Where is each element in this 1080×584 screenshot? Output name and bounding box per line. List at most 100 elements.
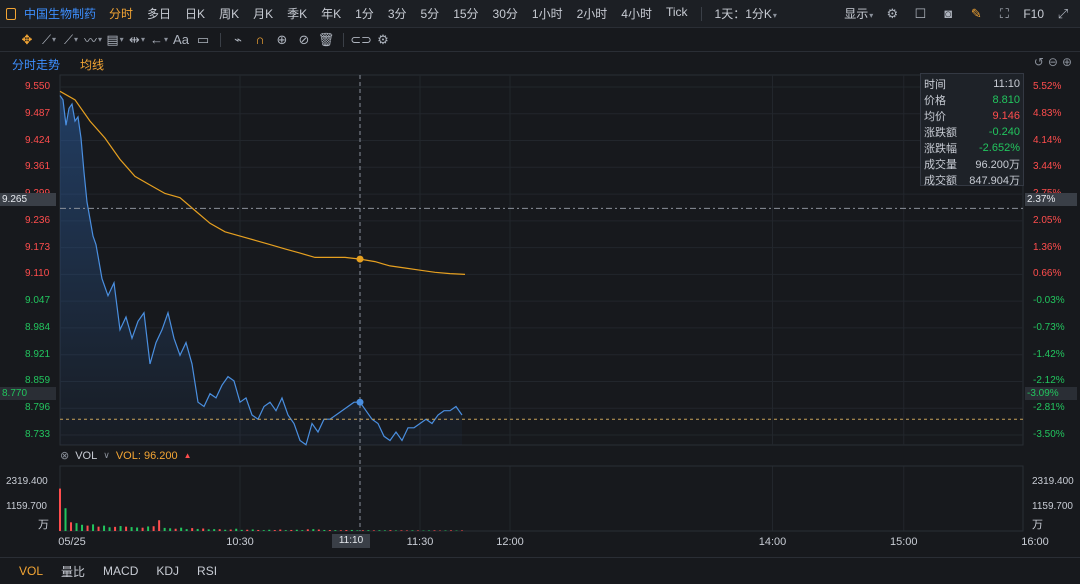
volume-bar [97, 526, 100, 531]
chevron-down-icon[interactable]: ∨ [103, 450, 110, 461]
info-value: -2.652% [979, 142, 1020, 154]
time-tick: 12:00 [496, 536, 524, 548]
volume-bar [141, 527, 144, 531]
vol-axis-unit: 万 [38, 519, 49, 531]
info-value: 8.810 [992, 94, 1020, 106]
avg-marker [356, 255, 364, 263]
info-row: 时间 11:10 [924, 76, 1020, 92]
volume-bar [240, 529, 243, 531]
volume-bar [328, 530, 331, 531]
indicator-tab-macd[interactable]: MACD [94, 564, 147, 578]
volume-bar [461, 530, 463, 531]
volume-bar [213, 529, 216, 531]
indicator-tab-rsi[interactable]: RSI [188, 564, 226, 578]
volume-bar [383, 530, 386, 531]
volume-bar [416, 530, 419, 531]
volume-bar [361, 530, 364, 531]
volume-bar [378, 530, 381, 531]
volume-bar [152, 526, 155, 531]
volume-bar [279, 529, 282, 531]
info-row: 价格 8.810 [924, 92, 1020, 108]
volume-bar [185, 529, 188, 531]
pct-tick: -2.81% [1033, 402, 1065, 414]
volume-bar [334, 530, 337, 531]
volume-bar [449, 530, 452, 531]
volume-bar [114, 526, 117, 531]
volume-bar [246, 529, 249, 531]
volume-bar [169, 528, 172, 531]
price-tick: 8.733 [25, 429, 51, 440]
indicator-tab-kdj[interactable]: KDJ [147, 564, 188, 578]
volume-bar [125, 526, 128, 531]
pct-tick: 4.83% [1033, 107, 1062, 119]
price-tick: 9.361 [25, 161, 51, 173]
volume-bar [345, 530, 348, 531]
volume-bar [273, 530, 276, 531]
volume-bar [64, 508, 67, 531]
pct-tick: -0.73% [1033, 321, 1065, 333]
volume-bar [411, 530, 414, 531]
pct-tick: 5.52% [1033, 81, 1062, 92]
info-key: 涨跌幅 [924, 143, 957, 155]
info-value: 96.200万 [975, 159, 1020, 171]
volume-header: ⊗ VOL ∨ VOL: 96.200 ▲ [60, 449, 192, 463]
time-tick: 11:30 [407, 536, 434, 548]
price-tick: 8.796 [25, 402, 51, 414]
info-value: -0.240 [988, 126, 1020, 138]
close-icon[interactable]: ⊗ [60, 449, 69, 462]
crosshair [60, 75, 1023, 531]
volume-bar [163, 527, 166, 531]
volume-bar [147, 526, 150, 531]
volume-bar [59, 488, 61, 531]
indicator-tab-量比[interactable]: 量比 [52, 563, 94, 580]
volume-bar [427, 530, 430, 531]
volume-bar [339, 530, 342, 531]
price-tick: 9.424 [25, 134, 51, 146]
volume-bar [372, 530, 375, 531]
volume-bar [86, 525, 89, 531]
volume-label[interactable]: VOL [75, 450, 97, 462]
info-key: 涨跌额 [924, 127, 957, 139]
volume-bar [405, 530, 408, 531]
volume-bar [70, 522, 73, 531]
intraday-chart[interactable]: 05/25 10:30 11:30 12:00 14:00 15:00 16:00 [0, 0, 1080, 584]
plot-border [59, 74, 1024, 446]
indicator-tab-vol[interactable]: VOL [10, 564, 52, 578]
volume-border [59, 465, 1024, 532]
price-tick: 9.110 [25, 268, 50, 280]
info-key: 时间 [924, 79, 946, 91]
volume-bar [444, 530, 447, 531]
time-tick: 14:00 [759, 536, 787, 548]
info-row: 成交量 96.200万 [924, 156, 1020, 172]
last-pct-tag: -3.09% [1025, 387, 1077, 400]
volume-bar [136, 527, 139, 531]
volume-bar [317, 529, 320, 531]
volume-bar [130, 527, 133, 531]
avg-line [59, 90, 466, 275]
pct-tick: 1.36% [1033, 241, 1062, 253]
volume-bar [174, 528, 177, 531]
price-tick: 8.984 [25, 321, 51, 333]
volume-bar [367, 530, 370, 531]
volume-bar [295, 529, 298, 531]
info-key: 价格 [924, 95, 946, 107]
volume-bar [92, 524, 95, 531]
volume-bar [400, 530, 403, 531]
last-price-tag: 8.770 [0, 387, 56, 400]
info-value: 11:10 [993, 78, 1020, 90]
price-area [60, 95, 462, 445]
price-tick: 9.550 [25, 81, 51, 92]
volume-bar [108, 527, 111, 531]
volume-bar [306, 529, 309, 531]
info-key: 成交额 [924, 175, 957, 187]
volume-bars [59, 488, 463, 531]
info-row: 成交额 847.904万 [924, 172, 1020, 188]
pct-tick: -0.03% [1033, 295, 1065, 307]
pct-tick: -1.42% [1033, 348, 1065, 360]
volume-bar [433, 530, 436, 531]
info-value: 847.904万 [969, 175, 1020, 187]
volume-bar [356, 530, 359, 531]
price-tick: 9.173 [25, 241, 51, 253]
price-tick: 8.921 [25, 348, 51, 360]
time-tick: 10:30 [226, 536, 254, 548]
